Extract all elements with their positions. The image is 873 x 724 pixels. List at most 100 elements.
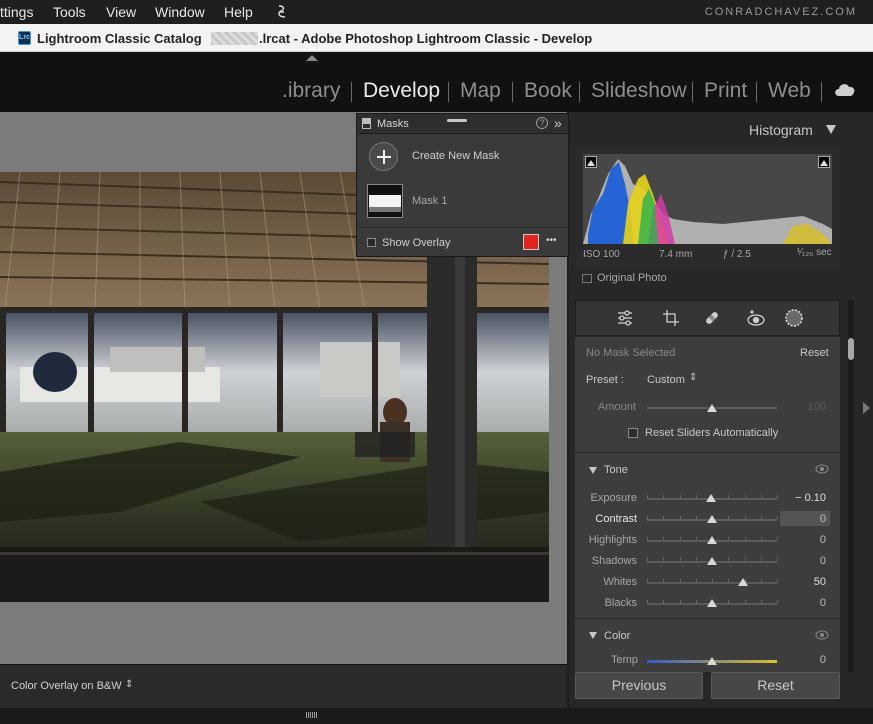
module-book[interactable]: Book (524, 79, 572, 103)
show-overlay-label: Show Overlay (382, 237, 451, 249)
whites-label: Whites (603, 576, 637, 588)
right-panel-scrollbar[interactable] (848, 300, 854, 672)
top-panel-collapse-icon[interactable] (306, 55, 318, 61)
menu-settings[interactable]: ttings (0, 4, 33, 20)
window-title-bar: Lrc Lightroom Classic Catalog .lrcat - A… (0, 24, 873, 52)
previous-button[interactable]: Previous (575, 672, 703, 699)
masking-icon[interactable] (784, 308, 804, 328)
panel-toggle-icon[interactable] (362, 118, 371, 129)
whites-value[interactable]: 50 (786, 576, 826, 588)
healing-icon[interactable] (703, 309, 721, 327)
menu-window[interactable]: Window (155, 4, 205, 20)
iso-value: ISO 100 (583, 249, 620, 260)
contrast-value[interactable]: 0 (786, 513, 826, 525)
highlights-value[interactable]: 0 (786, 534, 826, 546)
menu-tools[interactable]: Tools (53, 4, 86, 20)
tone-panel: Tone Exposure − 0.10 Contrast 0 Highlights 0 S… (575, 453, 840, 618)
mask1-label[interactable]: Mask 1 (412, 195, 447, 207)
menu-view[interactable]: View (106, 4, 136, 20)
reset-button[interactable]: Reset (711, 672, 840, 699)
whites-slider-thumb[interactable] (738, 578, 749, 586)
shadows-slider-thumb[interactable] (707, 557, 717, 565)
crop-icon[interactable] (662, 309, 680, 327)
module-library[interactable]: .ibrary (282, 79, 340, 103)
preset-dropdown[interactable]: Custom (647, 374, 685, 386)
module-separator (756, 82, 757, 102)
exposure-slider-thumb[interactable] (705, 494, 716, 502)
color-disclosure-icon[interactable] (589, 632, 597, 639)
cloud-sync-icon[interactable] (833, 81, 857, 97)
preset-stepper-icon[interactable]: ⇕ (689, 372, 697, 383)
amount-label: Amount (598, 401, 636, 413)
tone-visibility-eye-icon[interactable] (815, 464, 829, 474)
module-separator (821, 82, 822, 102)
masks-title: Masks (377, 118, 409, 130)
overlay-mode-stepper-icon[interactable]: ⇕ (125, 679, 133, 690)
color-panel: Color Temp 0 (575, 619, 840, 672)
help-icon[interactable]: ? (536, 117, 548, 129)
focal-length: 7.4 mm (659, 249, 693, 260)
contrast-slider-thumb[interactable] (707, 515, 717, 523)
blacks-value[interactable]: 0 (786, 597, 826, 609)
tone-title[interactable]: Tone (604, 464, 628, 476)
more-options-icon[interactable]: ••• (546, 235, 557, 246)
whites-slider-track[interactable] (647, 579, 778, 584)
scrollbar-thumb[interactable] (848, 338, 854, 360)
mask1-thumbnail[interactable] (367, 184, 403, 218)
temp-label: Temp (611, 654, 638, 666)
tone-disclosure-icon[interactable] (589, 467, 597, 474)
temp-slider-thumb[interactable] (707, 657, 717, 665)
show-overlay-checkbox[interactable] (367, 238, 376, 247)
reset-sliders-label: Reset Sliders Automatically (645, 427, 779, 439)
histogram-graph[interactable] (583, 154, 832, 244)
module-develop[interactable]: Develop (363, 79, 440, 103)
aperture-value: ƒ / 2.5 (723, 249, 751, 260)
lightroom-app-icon: Lrc (18, 31, 31, 45)
original-photo-label: Original Photo (597, 272, 667, 284)
color-title[interactable]: Color (604, 630, 630, 642)
shadows-value[interactable]: 0 (786, 555, 826, 567)
temp-value[interactable]: 0 (786, 654, 826, 666)
exposure-value[interactable]: − 0.10 (786, 492, 826, 504)
histogram-collapse-icon[interactable] (826, 125, 836, 134)
collapse-icon[interactable]: » (554, 115, 562, 131)
histogram-title[interactable]: Histogram (749, 122, 813, 138)
color-visibility-eye-icon[interactable] (815, 630, 829, 640)
module-print[interactable]: Print (704, 79, 747, 103)
script-menu-icon[interactable] (275, 4, 289, 20)
overlay-mode-dropdown[interactable]: Color Overlay on B&W (11, 680, 122, 692)
blacks-slider-thumb[interactable] (707, 599, 717, 607)
overlay-color-swatch[interactable] (523, 234, 539, 250)
create-new-mask-label[interactable]: Create New Mask (412, 150, 499, 162)
masks-panel-header[interactable]: Masks ? » (357, 114, 568, 134)
filmstrip-handle-icon[interactable] (306, 712, 318, 718)
shutter-speed: ¹⁄₁₂₅ sec (797, 247, 832, 258)
mask-status: No Mask Selected (586, 347, 676, 359)
edit-sliders-icon[interactable] (616, 309, 634, 327)
red-eye-icon[interactable] (746, 308, 766, 328)
window-title-suffix: .lrcat - Adobe Photoshop Lightroom Class… (259, 31, 593, 46)
amount-slider-thumb[interactable] (707, 404, 717, 412)
reset-sliders-checkbox[interactable] (628, 428, 638, 438)
drag-handle-icon[interactable] (447, 119, 467, 122)
bottom-toolbar: Color Overlay on B&W ⇕ (0, 664, 567, 708)
menu-help[interactable]: Help (224, 4, 253, 20)
shadow-clipping-icon[interactable] (585, 156, 597, 168)
filmstrip-collapsed (0, 708, 873, 724)
amount-value[interactable]: 100 (786, 401, 826, 413)
module-web[interactable]: Web (768, 79, 811, 103)
original-photo-checkbox[interactable] (582, 274, 592, 283)
redacted-region (211, 32, 258, 45)
masks-divider (357, 227, 568, 228)
module-map[interactable]: Map (460, 79, 501, 103)
mask-reset-link[interactable]: Reset (800, 347, 829, 359)
create-mask-button[interactable] (369, 142, 398, 171)
window-title-prefix: Lightroom Classic Catalog (37, 31, 202, 46)
highlights-slider-thumb[interactable] (707, 536, 717, 544)
highlight-clipping-icon[interactable] (818, 156, 830, 168)
right-panel-collapse-icon[interactable] (863, 402, 870, 414)
module-separator (448, 82, 449, 102)
module-separator (579, 82, 580, 102)
watermark-credit: CONRADCHAVEZ.COM (704, 6, 857, 18)
module-slideshow[interactable]: Slideshow (591, 79, 687, 103)
